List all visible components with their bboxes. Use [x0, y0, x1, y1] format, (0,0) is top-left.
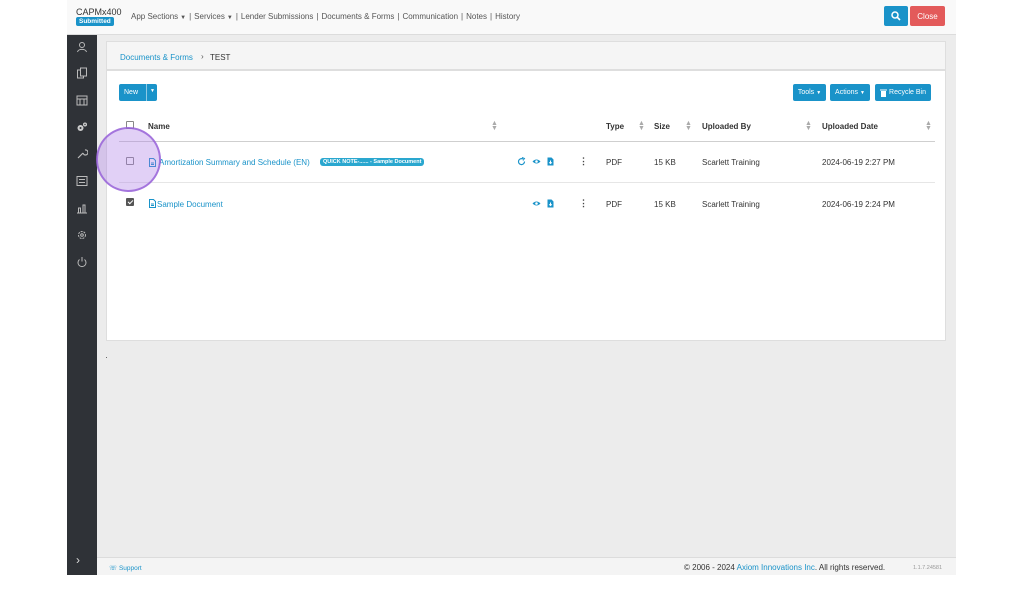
nav-communication[interactable]: Communication [402, 12, 458, 21]
cell-type: PDF [606, 158, 622, 167]
more-options-icon[interactable]: ⋮ [579, 156, 588, 167]
cell-uploaded-date: 2024-06-19 2:24 PM [822, 200, 895, 209]
nav-app-sections[interactable]: App Sections ▼ [131, 12, 186, 21]
company-link[interactable]: Axiom Innovations Inc [737, 563, 815, 572]
cell-size: 15 KB [654, 158, 676, 167]
copyright-text: © 2006 - 2024 Axiom Innovations Inc. All… [684, 563, 886, 572]
recycle-bin-button[interactable]: Recycle Bin [875, 84, 931, 101]
caret-down-icon: ▼ [226, 15, 233, 21]
nav-separator: | [490, 12, 493, 21]
close-button[interactable]: Close [910, 6, 945, 26]
row-divider [119, 182, 935, 183]
breadcrumb-parent-link[interactable]: Documents & Forms [120, 53, 193, 62]
cogs-icon[interactable] [76, 121, 88, 133]
nav-lender-submissions[interactable]: Lender Submissions [241, 12, 313, 21]
top-bar: CAPMx400 Submitted App Sections ▼ | Servi… [67, 0, 956, 35]
nav-documents-forms[interactable]: Documents & Forms [321, 12, 394, 21]
search-button[interactable] [884, 6, 908, 26]
eye-icon[interactable] [532, 157, 541, 166]
cell-uploaded-date: 2024-06-19 2:27 PM [822, 158, 895, 167]
document-link[interactable]: Sample Document [157, 200, 223, 209]
sort-icon[interactable]: ▲ ▼ [925, 120, 932, 132]
sort-icon[interactable]: ▲ ▼ [491, 120, 498, 132]
stray-dot [106, 357, 107, 358]
cell-uploaded-by: Scarlett Training [702, 158, 760, 167]
column-header-uploaded-by[interactable]: Uploaded By [702, 122, 751, 131]
column-header-name[interactable]: Name [148, 122, 170, 131]
caret-down-icon: ▼ [816, 89, 822, 96]
calendar-icon[interactable] [76, 94, 88, 106]
tools-button-label: Tools [797, 89, 815, 96]
nav-separator: | [316, 12, 319, 21]
actions-button-label: Actions [835, 89, 858, 96]
nav-separator: | [235, 12, 238, 21]
caret-down-icon[interactable]: ▼ [150, 88, 155, 94]
list-icon[interactable] [76, 175, 88, 187]
headset-icon: ☏ [109, 565, 118, 572]
brand-name: CAPMx400 [76, 7, 122, 17]
split-divider [146, 84, 147, 101]
bar-chart-icon[interactable] [76, 202, 88, 214]
nav-separator: | [461, 12, 464, 21]
eye-icon[interactable] [532, 199, 541, 208]
breadcrumb-current: TEST [210, 53, 231, 62]
trash-icon [880, 89, 888, 97]
wrench-icon[interactable] [76, 148, 88, 160]
cell-size: 15 KB [654, 200, 676, 209]
file-download-icon[interactable] [546, 157, 555, 166]
support-link[interactable]: ☏ Support [109, 564, 142, 572]
footer: ☏ Support © 2006 - 2024 Axiom Innovation… [97, 557, 956, 575]
sort-icon[interactable]: ▲ ▼ [805, 120, 812, 132]
version-label: 1.1.7.24581 [913, 565, 943, 571]
file-pdf-icon [149, 199, 156, 208]
sort-icon[interactable]: ▲ ▼ [685, 120, 692, 132]
caret-down-icon: ▼ [180, 15, 187, 21]
quick-note-badge[interactable]: QUICK NOTE-...... - Sample Document [320, 158, 425, 166]
nav-history[interactable]: History [495, 12, 520, 21]
more-options-icon[interactable]: ⋮ [579, 198, 588, 209]
power-icon[interactable] [76, 256, 88, 268]
documents-panel: New ▼ Tools ▼ Actions ▼ Recycle Bin Name… [106, 70, 946, 341]
status-badge: Submitted [76, 17, 114, 26]
nav-services[interactable]: Services ▼ [194, 12, 233, 21]
chevron-right-icon[interactable]: › [76, 553, 80, 567]
nav-separator: | [397, 12, 400, 21]
sidebar: › [67, 35, 97, 575]
file-download-icon[interactable] [546, 199, 555, 208]
copy-icon[interactable] [76, 67, 88, 79]
breadcrumb: Documents & Forms › TEST [106, 41, 946, 70]
header-divider [119, 141, 935, 142]
top-nav: App Sections ▼ | Services ▼ | Lender Submi… [131, 12, 520, 21]
column-header-uploaded-date[interactable]: Uploaded Date [822, 122, 878, 131]
cell-type: PDF [606, 200, 622, 209]
cell-uploaded-by: Scarlett Training [702, 200, 760, 209]
click-indicator [96, 127, 161, 192]
tools-button[interactable]: Tools ▼ [793, 84, 826, 101]
actions-button[interactable]: Actions ▼ [830, 84, 870, 101]
column-header-size[interactable]: Size [654, 122, 670, 131]
search-icon [891, 11, 901, 21]
new-button-label: New [124, 89, 139, 96]
document-link[interactable]: Amortization Summary and Schedule (EN) [159, 158, 310, 167]
app-window: CAPMx400 Submitted App Sections ▼ | Servi… [67, 0, 956, 575]
caret-down-icon: ▼ [860, 89, 865, 96]
row-checkbox[interactable] [126, 198, 134, 206]
nav-separator: | [189, 12, 192, 21]
sort-icon[interactable]: ▲ ▼ [638, 120, 645, 132]
breadcrumb-separator: › [201, 52, 204, 61]
nav-notes[interactable]: Notes [466, 12, 487, 21]
recycle-bin-label: Recycle Bin [889, 89, 926, 96]
column-header-type[interactable]: Type [606, 122, 624, 131]
refresh-icon[interactable] [517, 157, 526, 166]
gear-icon[interactable] [76, 229, 88, 241]
contacts-icon[interactable] [76, 41, 88, 53]
new-button[interactable]: New ▼ [119, 84, 157, 101]
